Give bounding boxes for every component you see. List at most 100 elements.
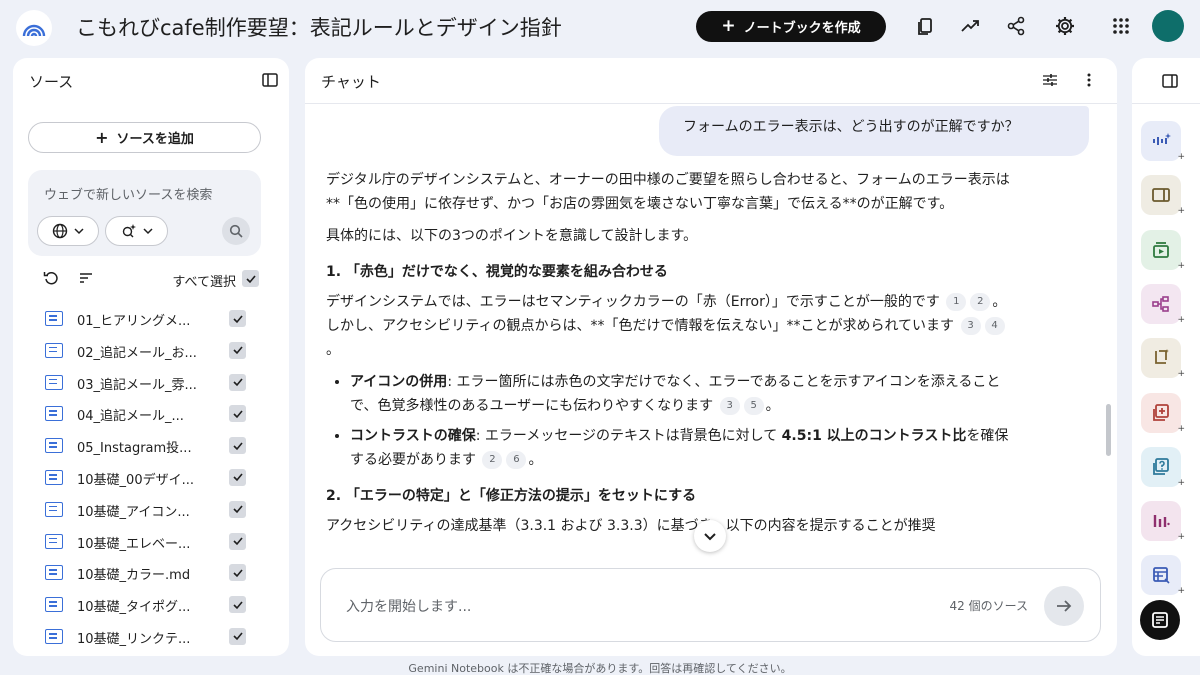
chat-panel: チャット フォームのエラー表示は、どう出すのが正解ですか？ デジタル庁のデザイン… bbox=[305, 58, 1117, 656]
citation-chip[interactable]: 3 bbox=[719, 397, 740, 415]
source-item[interactable]: 02_追記メール_お... bbox=[13, 336, 283, 368]
citation-chip[interactable]: 6 bbox=[506, 451, 527, 469]
source-item[interactable]: 10基礎_アイコン... bbox=[13, 495, 283, 527]
source-item-label: 10基礎_リンクテ... bbox=[77, 631, 191, 647]
plus-icon: + bbox=[1177, 314, 1185, 325]
disclaimer-footer: Gemini Notebook は不正確な場合があります。回答は再確認してくださ… bbox=[408, 662, 792, 675]
slides-button[interactable]: + bbox=[1141, 229, 1185, 271]
source-item[interactable]: 10基礎_タイポグ... bbox=[13, 590, 283, 622]
flashcards-button[interactable]: + bbox=[1141, 392, 1185, 434]
report-button[interactable]: + bbox=[1141, 338, 1185, 379]
search-icon bbox=[229, 224, 243, 238]
settings-button[interactable] bbox=[1052, 13, 1078, 39]
apps-grid-icon bbox=[1113, 18, 1129, 34]
research-mode-dropdown[interactable] bbox=[105, 216, 168, 246]
infographic-button[interactable]: + bbox=[1141, 501, 1185, 542]
scroll-to-bottom-button[interactable] bbox=[694, 520, 726, 552]
data-table-button[interactable]: + bbox=[1141, 555, 1185, 596]
web-search-input[interactable]: ウェブで新しいソースを検索 bbox=[44, 184, 212, 203]
video-overview-button[interactable]: + bbox=[1141, 175, 1185, 216]
source-item[interactable]: 10基礎_リンクテ... bbox=[13, 622, 283, 654]
flashcards-icon bbox=[1153, 403, 1169, 421]
markdown-file-icon bbox=[45, 628, 63, 644]
source-item[interactable]: 10基礎_カラー.md bbox=[13, 558, 283, 590]
source-item[interactable]: 01_ヒアリングメ... bbox=[13, 304, 283, 336]
chat-input[interactable]: 入力を開始します... bbox=[346, 596, 471, 616]
avatar[interactable] bbox=[1152, 10, 1184, 42]
audio-overview-button[interactable]: + bbox=[1141, 121, 1185, 162]
source-item[interactable]: 04_追記メール_... bbox=[13, 399, 283, 431]
refresh-button[interactable] bbox=[43, 270, 59, 290]
markdown-file-icon bbox=[45, 406, 63, 422]
chat-more-button[interactable] bbox=[1086, 72, 1092, 92]
send-button[interactable] bbox=[1044, 586, 1084, 626]
source-checkbox[interactable] bbox=[229, 373, 246, 391]
check-icon bbox=[245, 274, 256, 283]
app-logo[interactable] bbox=[16, 10, 52, 46]
check-icon bbox=[232, 410, 243, 419]
chat-input-area[interactable]: 入力を開始します... 42 個のソース bbox=[320, 568, 1101, 642]
slides-icon bbox=[1153, 241, 1169, 258]
check-icon bbox=[232, 569, 243, 578]
sort-button[interactable] bbox=[78, 270, 94, 290]
citation-chip[interactable]: 4 bbox=[984, 317, 1005, 335]
add-source-button[interactable]: + ソースを追加 bbox=[28, 122, 261, 153]
source-item[interactable]: 10基礎_エレベー... bbox=[13, 527, 283, 559]
expand-studio-button[interactable] bbox=[1162, 73, 1178, 93]
source-checkbox[interactable] bbox=[229, 468, 246, 486]
source-item[interactable]: 10基礎_00デザイ... bbox=[13, 463, 283, 495]
copy-button[interactable] bbox=[912, 13, 938, 39]
sources-panel: ソース + ソースを追加 ウェブで新しいソースを検索 すべて選択 01_ヒアリン… bbox=[13, 58, 289, 656]
mind-map-button[interactable]: + bbox=[1141, 283, 1185, 325]
source-checkbox[interactable] bbox=[229, 596, 246, 614]
citation-chip[interactable]: 2 bbox=[970, 293, 991, 311]
source-item-label: 04_追記メール_... bbox=[77, 409, 184, 425]
check-icon bbox=[232, 346, 243, 355]
select-all-checkbox[interactable] bbox=[242, 270, 259, 287]
markdown-file-icon bbox=[45, 374, 63, 390]
source-item[interactable]: 03_追記メール_雰... bbox=[13, 368, 283, 400]
create-notebook-button[interactable]: + ノートブックを作成 bbox=[696, 11, 886, 42]
chat-settings-button[interactable] bbox=[1042, 72, 1058, 92]
source-item-label: 03_追記メール_雰... bbox=[77, 377, 197, 393]
quiz-button[interactable]: + bbox=[1141, 446, 1185, 488]
answer-heading: 1. 「赤色」だけでなく、視覚的な要素を組み合わせる bbox=[326, 264, 668, 280]
report-icon bbox=[1155, 349, 1169, 365]
select-all-label: すべて選択 bbox=[172, 275, 236, 290]
source-checkbox[interactable] bbox=[229, 532, 246, 550]
plus-icon: + bbox=[95, 127, 109, 147]
answer-bullet: アイコンの併用: エラー箇所には赤色の文字だけでなく、エラーであることを示すアイ… bbox=[350, 370, 1016, 418]
analytics-button[interactable] bbox=[957, 13, 983, 39]
apps-button[interactable] bbox=[1108, 13, 1134, 39]
source-checkbox[interactable] bbox=[229, 341, 246, 359]
share-button[interactable] bbox=[1003, 13, 1029, 39]
source-checkbox[interactable] bbox=[229, 310, 246, 327]
panel-collapse-icon bbox=[262, 73, 278, 87]
citation-chip[interactable]: 1 bbox=[946, 293, 967, 311]
collapse-sources-button[interactable] bbox=[262, 72, 280, 90]
web-search-box: ウェブで新しいソースを検索 bbox=[28, 170, 261, 256]
markdown-file-icon bbox=[45, 438, 63, 454]
refresh-icon bbox=[43, 272, 58, 285]
check-icon bbox=[232, 632, 243, 641]
chat-scrollbar[interactable] bbox=[1106, 404, 1111, 456]
source-checkbox[interactable] bbox=[229, 500, 246, 518]
source-checkbox[interactable] bbox=[229, 564, 246, 582]
plus-icon: + bbox=[1177, 586, 1185, 597]
web-source-dropdown[interactable] bbox=[37, 216, 99, 246]
citation-chip[interactable]: 5 bbox=[743, 397, 764, 415]
citation-chip[interactable]: 2 bbox=[482, 451, 503, 469]
arrow-right-icon bbox=[1057, 600, 1072, 612]
notebook-title[interactable]: こもれびcafe制作要望：表記ルールとデザイン指針 bbox=[76, 12, 562, 42]
citation-chip[interactable]: 3 bbox=[960, 317, 981, 335]
share-icon bbox=[1007, 16, 1025, 36]
add-source-label: ソースを追加 bbox=[116, 132, 194, 147]
source-checkbox[interactable] bbox=[229, 437, 246, 455]
answer-bullet: コントラストの確保: エラーメッセージのテキストは背景色に対して 4.5:1 以… bbox=[350, 424, 1016, 472]
source-item[interactable]: 05_Instagram投... bbox=[13, 431, 283, 463]
source-checkbox[interactable] bbox=[229, 405, 246, 423]
source-checkbox[interactable] bbox=[229, 627, 246, 645]
bullet-title: アイコンの併用 bbox=[350, 374, 448, 390]
search-submit-button[interactable] bbox=[222, 217, 250, 245]
add-note-button[interactable] bbox=[1140, 600, 1180, 640]
